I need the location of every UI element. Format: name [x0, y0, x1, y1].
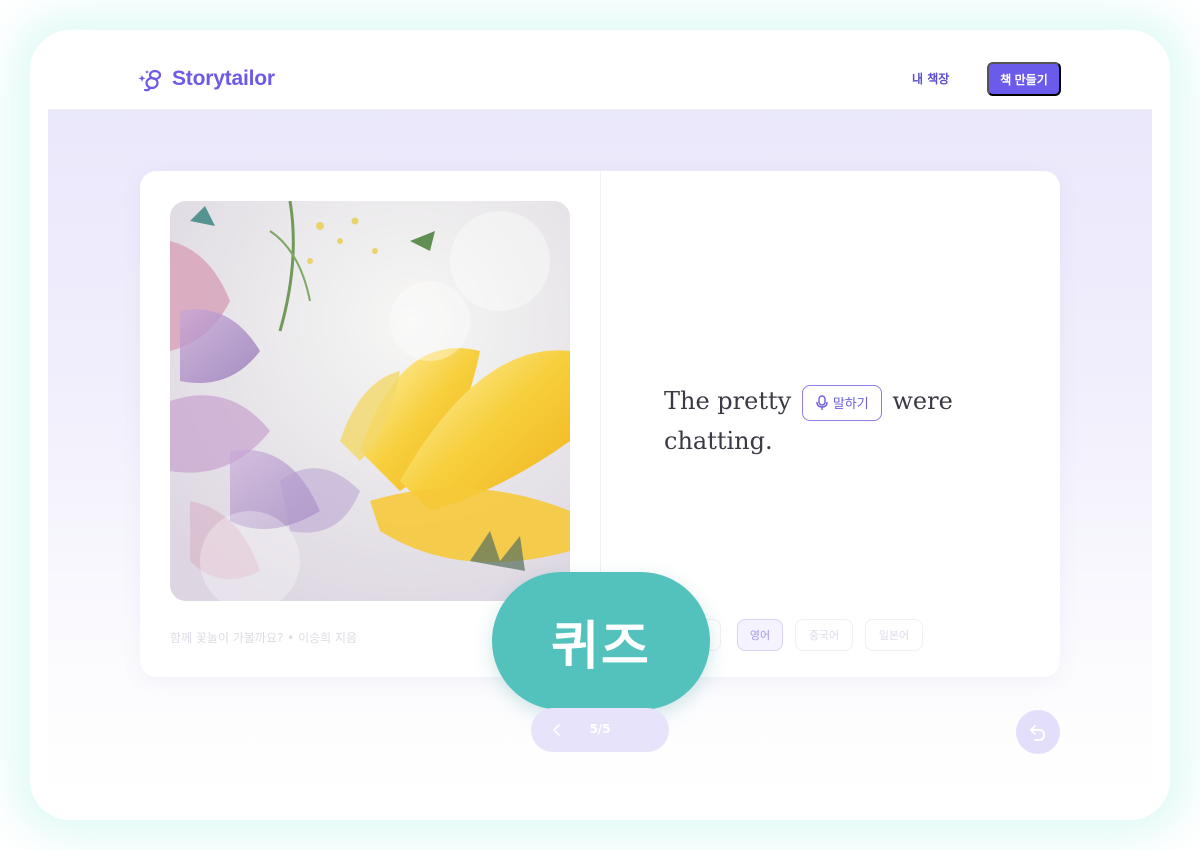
top-bar: Storytailor 내 책장 책 만들기	[48, 48, 1152, 110]
speak-button[interactable]: 말하기	[801, 384, 882, 421]
quiz-bubble[interactable]: 퀴즈	[492, 572, 710, 710]
page-navigator: 5/5	[531, 708, 669, 752]
page-indicator: 5/5	[589, 722, 611, 736]
speak-label: 말하기	[832, 397, 869, 412]
logo[interactable]: Storytailor	[138, 65, 275, 93]
make-book-button[interactable]: 책 만들기	[987, 62, 1061, 96]
sentence-before: The pretty	[664, 387, 792, 415]
logo-text: Storytailor	[172, 67, 275, 90]
nav-my-bookshelf[interactable]: 내 책장	[912, 70, 949, 87]
story-sentence: The pretty 말하기 were chatting.	[664, 381, 984, 461]
language-tab-english[interactable]: 영어	[737, 619, 783, 651]
undo-arrow-icon[interactable]	[1016, 710, 1060, 754]
microphone-icon	[816, 394, 828, 410]
book-caption: 함께 꽃놀이 가볼까요? • 이승희 지음	[170, 631, 358, 645]
sparkle-bee-icon	[138, 66, 166, 92]
app-window: Storytailor 내 책장 책 만들기 함께 꽃놀이 가볼까요? • 이승…	[48, 48, 1152, 802]
language-tab-chinese[interactable]: 중국어	[795, 619, 853, 651]
book-illustration	[170, 201, 570, 601]
language-tab-japanese[interactable]: 일본어	[865, 619, 923, 651]
